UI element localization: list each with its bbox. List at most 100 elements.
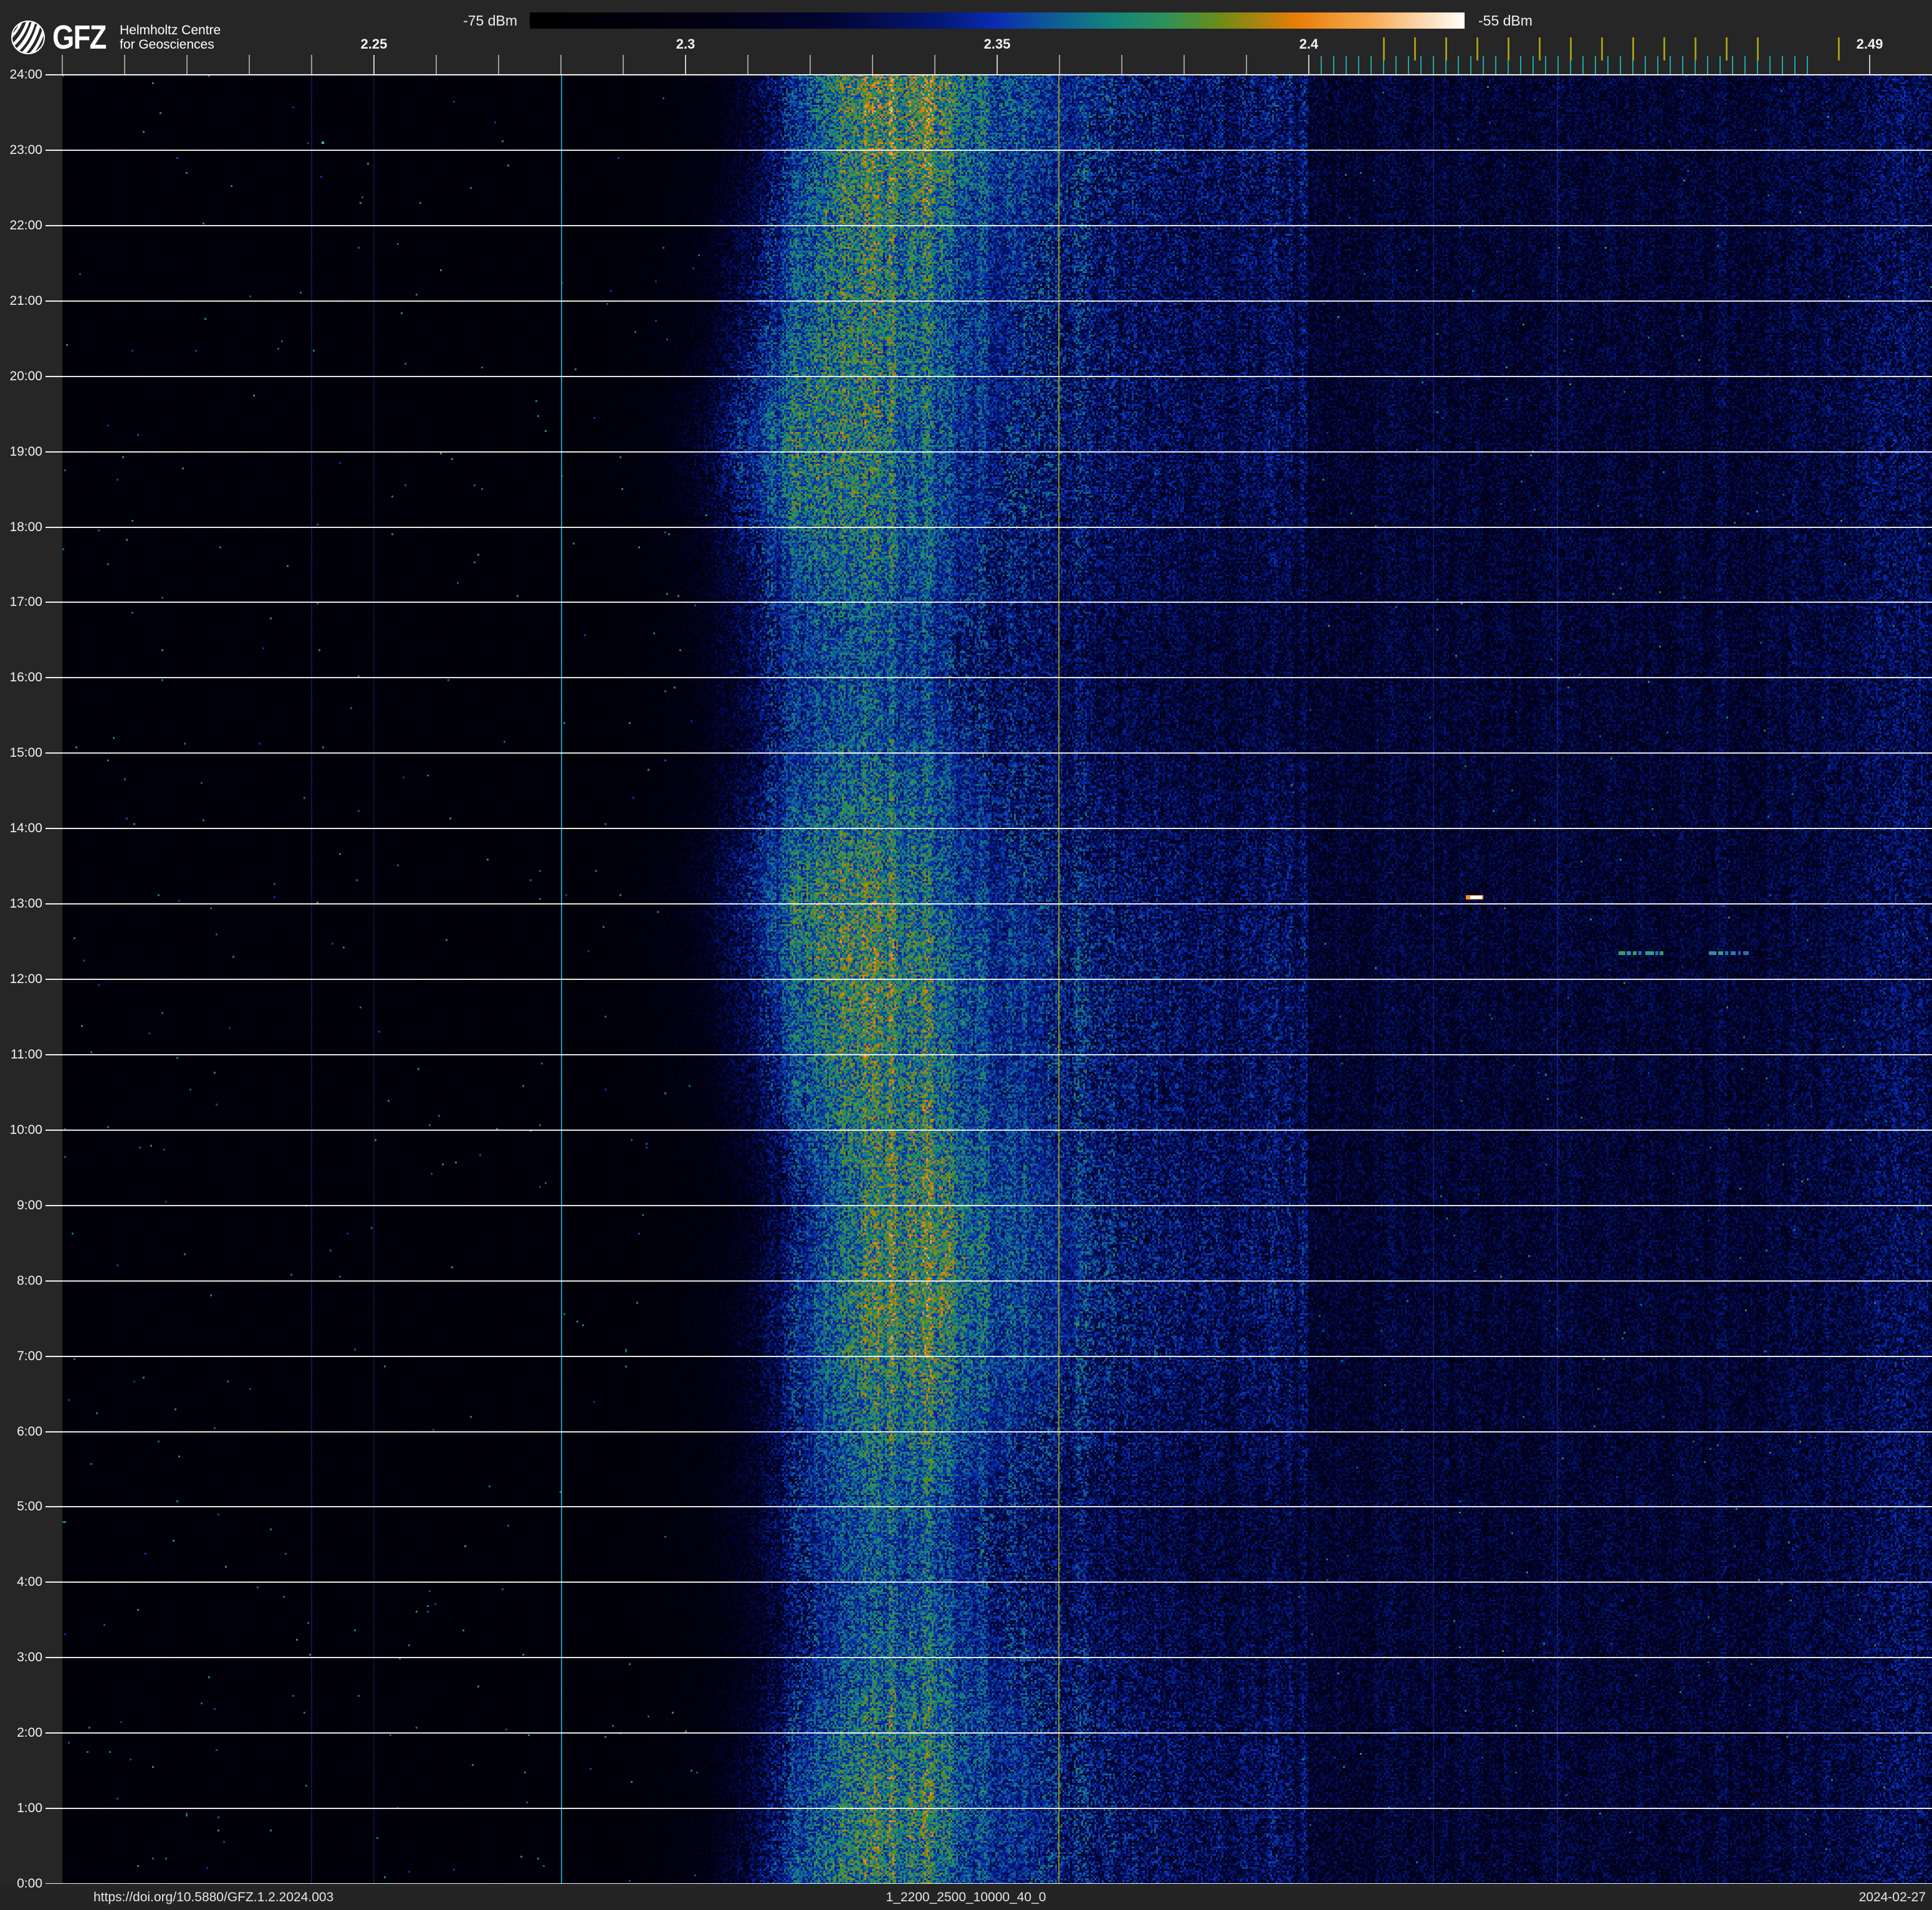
time-tick <box>45 1732 62 1734</box>
time-tick <box>45 300 62 302</box>
channel-marker-olive-tick <box>1757 37 1759 60</box>
time-tick <box>45 74 62 75</box>
time-tick <box>45 903 62 905</box>
hour-gridline <box>62 1355 1932 1357</box>
time-label: 17:00 <box>9 595 42 610</box>
date-label: 2024-02-27 <box>1858 1890 1926 1904</box>
time-label: 3:00 <box>17 1650 42 1665</box>
freq-major-tick <box>685 55 686 74</box>
freq-tick-label: 2.3 <box>676 36 696 52</box>
signal-dash <box>1718 951 1723 955</box>
hour-gridline <box>62 1204 1932 1206</box>
signal-dash <box>1660 951 1663 955</box>
time-label: 8:00 <box>17 1273 42 1288</box>
signal-dash <box>1619 951 1625 955</box>
freq-axis-line <box>62 74 1932 75</box>
signal-speck <box>322 142 324 144</box>
freq-minor-tick <box>747 55 748 74</box>
freq-tick-label: 2.25 <box>360 36 388 52</box>
channel-marker-olive-tick <box>1414 37 1416 60</box>
hour-gridline <box>62 1808 1932 1810</box>
signal-dash <box>1725 951 1728 955</box>
channel-marker-cyan-tick <box>1346 56 1347 74</box>
time-label: 11:00 <box>11 1047 42 1062</box>
channel-marker-cyan-tick <box>1794 56 1796 74</box>
hour-gridline <box>62 1732 1932 1734</box>
time-tick <box>45 1506 62 1508</box>
channel-marker-cyan-tick <box>1408 56 1409 74</box>
hour-gridline <box>62 451 1932 453</box>
freq-minor-tick <box>311 55 312 74</box>
hour-gridline <box>62 375 1932 377</box>
channel-marker-cyan-tick <box>1595 56 1596 74</box>
signal-dash <box>1633 951 1637 955</box>
spectrogram-page: GFZ Helmholtz Centre for Geosciences -75… <box>0 0 1932 1910</box>
channel-marker-cyan-tick <box>1545 56 1546 74</box>
signal-dash <box>1627 951 1631 955</box>
dataset-id-label: 1_2200_2500_10000_40_0 <box>886 1890 1046 1904</box>
channel-marker-cyan-tick <box>1807 56 1808 74</box>
channel-marker-cyan-tick <box>1744 56 1746 74</box>
channel-marker-cyan-tick <box>1395 56 1397 74</box>
time-label: 13:00 <box>9 896 42 911</box>
channel-marker-cyan-tick <box>1582 56 1584 74</box>
freq-minor-tick <box>249 55 250 74</box>
time-label: 9:00 <box>17 1197 42 1212</box>
freq-minor-tick <box>1246 55 1247 74</box>
time-tick <box>45 979 62 980</box>
time-label: 19:00 <box>9 444 42 459</box>
channel-marker-olive-tick <box>1695 37 1696 60</box>
time-tick <box>45 828 62 830</box>
channel-marker-cyan-tick <box>1333 56 1334 74</box>
time-label: 10:00 <box>9 1122 42 1137</box>
freq-minor-tick <box>124 55 125 74</box>
freq-minor-tick <box>498 55 499 74</box>
hour-gridline <box>62 1431 1932 1432</box>
hour-gridline <box>62 979 1932 980</box>
time-tick <box>45 1053 62 1055</box>
freq-minor-tick <box>623 55 624 74</box>
time-label: 24:00 <box>9 67 42 82</box>
time-label: 21:00 <box>9 293 42 308</box>
time-label: 16:00 <box>9 670 42 685</box>
gfz-logo: GFZ Helmholtz Centre for Geosciences <box>11 15 221 60</box>
time-label: 6:00 <box>17 1424 42 1439</box>
time-label: 20:00 <box>9 368 42 383</box>
channel-marker-cyan-tick <box>1370 56 1372 74</box>
time-label: 4:00 <box>17 1575 42 1590</box>
time-tick <box>45 1204 62 1206</box>
time-tick <box>45 602 62 603</box>
channel-marker-olive-tick <box>1570 37 1572 60</box>
channel-marker-cyan-tick <box>1657 56 1658 74</box>
hour-gridline <box>62 526 1932 528</box>
channel-marker-cyan-tick <box>1533 56 1534 74</box>
channel-marker-olive-tick <box>1663 37 1665 60</box>
signal-dash <box>1655 951 1658 955</box>
channel-marker-cyan-tick <box>1433 56 1434 74</box>
time-tick <box>45 224 62 226</box>
freq-minor-tick <box>560 55 562 74</box>
freq-minor-tick <box>62 55 63 74</box>
freq-minor-tick <box>810 55 811 74</box>
time-label: 1:00 <box>17 1801 42 1816</box>
doi-link[interactable]: https://doi.org/10.5880/GFZ.1.2.2024.003 <box>93 1890 333 1905</box>
signal-dash <box>1731 951 1736 955</box>
time-tick <box>45 375 62 377</box>
freq-minor-tick <box>934 55 935 74</box>
channel-marker-cyan-tick <box>1321 56 1322 74</box>
hour-gridline <box>62 1506 1932 1508</box>
time-label: 2:00 <box>17 1725 42 1740</box>
signal-dash <box>1709 951 1716 955</box>
intensity-colorbar <box>530 12 1465 29</box>
channel-marker-cyan-tick <box>1358 56 1359 74</box>
channel-marker-olive-tick <box>1476 37 1478 60</box>
org-name: Helmholtz Centre for Geosciences <box>120 23 221 52</box>
channel-marker-cyan-tick <box>1420 56 1422 74</box>
org-name-line2: for Geosciences <box>119 37 214 52</box>
time-tick <box>45 752 62 754</box>
hour-gridline <box>62 677 1932 679</box>
channel-marker-olive-tick <box>1838 37 1840 60</box>
time-label: 12:00 <box>9 972 42 986</box>
channel-marker-cyan-tick <box>1719 56 1721 74</box>
channel-marker-olive-tick <box>1383 37 1385 60</box>
